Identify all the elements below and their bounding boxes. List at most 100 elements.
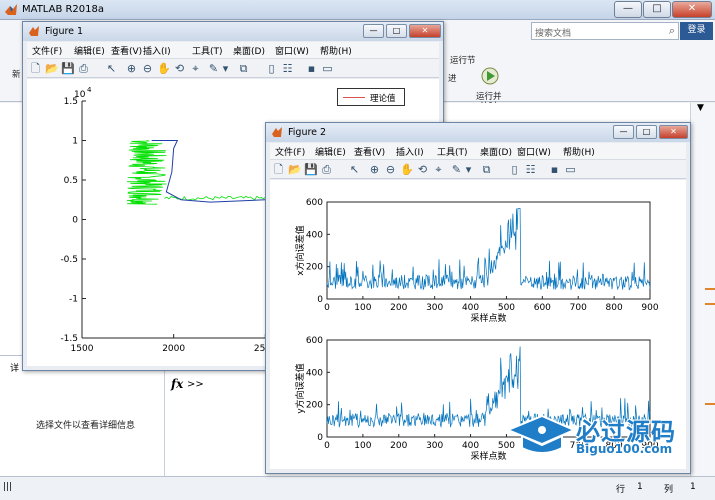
menu-item-0[interactable]: 文件(F) xyxy=(32,44,62,57)
figure-1-maximize-button[interactable]: □ xyxy=(386,24,407,38)
menu-item-3[interactable]: 插入(I) xyxy=(143,44,171,57)
col-value: 1 xyxy=(690,482,696,492)
y-tick-label: 0 xyxy=(317,433,323,443)
x-tick-label: 500 xyxy=(498,303,515,313)
print-icon[interactable]: ⎙ xyxy=(320,163,333,176)
search-icon[interactable]: ⌕ xyxy=(669,24,675,38)
data-cursor-icon[interactable]: ⌖ xyxy=(432,163,445,176)
pointer-icon[interactable]: ↖ xyxy=(348,163,361,176)
zoom-out-icon[interactable]: ⊖ xyxy=(141,62,154,75)
new-file-icon[interactable]: 🗋 xyxy=(272,163,285,176)
search-documentation-input[interactable]: 搜索文档 ⌕ xyxy=(531,22,679,40)
dropdown-icon[interactable]: ▾ xyxy=(219,62,232,75)
menu-item-1[interactable]: 编辑(E) xyxy=(74,44,105,57)
menu-item-6[interactable]: 窗口(W) xyxy=(275,44,309,57)
x-tick-label: 200 xyxy=(390,303,407,313)
details-message: 选择文件以查看详细信息 xyxy=(36,421,136,431)
marker-line xyxy=(705,303,715,305)
menu-item-0[interactable]: 文件(F) xyxy=(275,145,305,158)
pan-icon[interactable]: ✋ xyxy=(400,163,414,176)
menu-item-5[interactable]: 桌面(D) xyxy=(233,44,265,57)
fx-icon[interactable]: fx xyxy=(171,377,183,391)
window-title: MATLAB R2018a xyxy=(22,4,105,15)
figure-2-maximize-button[interactable]: □ xyxy=(636,125,657,139)
y-tick-label: 600 xyxy=(306,198,323,208)
menu-item-7[interactable]: 帮助(H) xyxy=(320,44,352,57)
menu-item-3[interactable]: 插入(I) xyxy=(396,145,424,158)
legend-line xyxy=(343,97,365,98)
row-value: 1 xyxy=(637,482,643,492)
figure-2-toolbar: 🗋 📂 💾 ⎙ ↖ ⊕ ⊖ ✋ ⟲ ⌖ ✎ ▾ ⧉ ▯ ☷ ▪ ▭ xyxy=(270,159,686,179)
menu-item-2[interactable]: 查看(V) xyxy=(354,145,385,158)
figure-1-title-bar: Figure 1 — □ ✕ xyxy=(23,22,443,41)
link-plot-icon[interactable]: ⧉ xyxy=(237,62,250,75)
y-tick-label: 200 xyxy=(306,401,323,411)
run-section-button[interactable]: 运行节 xyxy=(450,54,476,66)
details-panel: 详 选择文件以查看详细信息 xyxy=(0,355,165,476)
menu-item-1[interactable]: 编辑(E) xyxy=(315,145,346,158)
dock-icon[interactable]: ▭ xyxy=(564,163,577,176)
menu-item-6[interactable]: 窗口(W) xyxy=(517,145,551,158)
menu-item-7[interactable]: 帮助(H) xyxy=(563,145,595,158)
figure-2-minimize-button[interactable]: — xyxy=(613,125,634,139)
legend-icon[interactable]: ☷ xyxy=(524,163,537,176)
y-exponent: 4 xyxy=(87,86,92,94)
menu-item-4[interactable]: 工具(T) xyxy=(437,145,468,158)
x-tick-label: 300 xyxy=(426,441,443,451)
login-button[interactable]: 登录 xyxy=(680,22,713,40)
x-tick-label: 600 xyxy=(534,303,551,313)
x-tick-label: 300 xyxy=(426,303,443,313)
link-plot-icon[interactable]: ⧉ xyxy=(480,163,493,176)
y-tick-label: 0.5 xyxy=(64,176,78,186)
figure-1-title: Figure 1 xyxy=(45,26,84,37)
figure-1-close-button[interactable]: ✕ xyxy=(409,24,441,38)
figure-2-title-bar: Figure 2 — □ ✕ xyxy=(266,123,690,142)
x-tick-label: 1500 xyxy=(71,344,94,354)
figure-1-minimize-button[interactable]: — xyxy=(363,24,384,38)
figure-2-close-button[interactable]: ✕ xyxy=(659,125,688,139)
new-file-icon[interactable]: 🗋 xyxy=(29,62,42,75)
print-icon[interactable]: ⎙ xyxy=(77,62,90,75)
hide-tools-icon[interactable]: ▪ xyxy=(305,62,318,75)
save-icon[interactable]: 💾 xyxy=(61,62,75,75)
advance-button[interactable]: 进 xyxy=(448,72,457,84)
open-file-icon[interactable]: 📂 xyxy=(288,163,302,176)
rotate-icon[interactable]: ⟲ xyxy=(173,62,186,75)
save-icon[interactable]: 💾 xyxy=(304,163,318,176)
chevron-down-icon[interactable]: ▼ xyxy=(697,103,709,115)
command-prompt: >> xyxy=(187,379,204,390)
dropdown-icon[interactable]: ▾ xyxy=(462,163,475,176)
rotate-icon[interactable]: ⟲ xyxy=(416,163,429,176)
command-window[interactable]: fx >> xyxy=(165,373,270,476)
open-file-icon[interactable]: 📂 xyxy=(45,62,59,75)
colorbar-icon[interactable]: ▯ xyxy=(508,163,521,176)
hide-tools-icon[interactable]: ▪ xyxy=(548,163,561,176)
x-tick-label: 900 xyxy=(641,303,658,313)
menu-item-4[interactable]: 工具(T) xyxy=(192,44,223,57)
pan-icon[interactable]: ✋ xyxy=(157,62,171,75)
zoom-in-icon[interactable]: ⊕ xyxy=(368,163,381,176)
zoom-out-icon[interactable]: ⊖ xyxy=(384,163,397,176)
dock-icon[interactable]: ▭ xyxy=(321,62,334,75)
ribbon-new-label[interactable]: 新 xyxy=(12,68,21,80)
figure-1-menu-bar: 文件(F) 编辑(E) 查看(V) 插入(I) 工具(T) 桌面(D) 窗口(W) 帮助(H) xyxy=(27,42,439,58)
status-bar: ||| 行 1 列 1 xyxy=(0,476,715,500)
matlab-logo-icon xyxy=(5,4,17,15)
run-and-time-icon[interactable] xyxy=(476,66,504,88)
maximize-button[interactable]: □ xyxy=(643,1,671,18)
x-tick-label: 100 xyxy=(354,441,371,451)
marker-line xyxy=(705,403,715,405)
zoom-in-icon[interactable]: ⊕ xyxy=(125,62,138,75)
row-label: 行 xyxy=(616,485,626,495)
data-cursor-icon[interactable]: ⌖ xyxy=(189,62,202,75)
close-button[interactable]: ✕ xyxy=(672,1,712,18)
legend-icon[interactable]: ☷ xyxy=(281,62,294,75)
menu-item-2[interactable]: 查看(V) xyxy=(111,44,142,57)
y-tick-label: 0 xyxy=(317,295,323,305)
colorbar-icon[interactable]: ▯ xyxy=(265,62,278,75)
menu-item-5[interactable]: 桌面(D) xyxy=(480,145,512,158)
top-error-series xyxy=(326,208,651,291)
minimize-button[interactable]: — xyxy=(614,1,642,18)
green-series xyxy=(126,140,167,205)
pointer-icon[interactable]: ↖ xyxy=(105,62,118,75)
